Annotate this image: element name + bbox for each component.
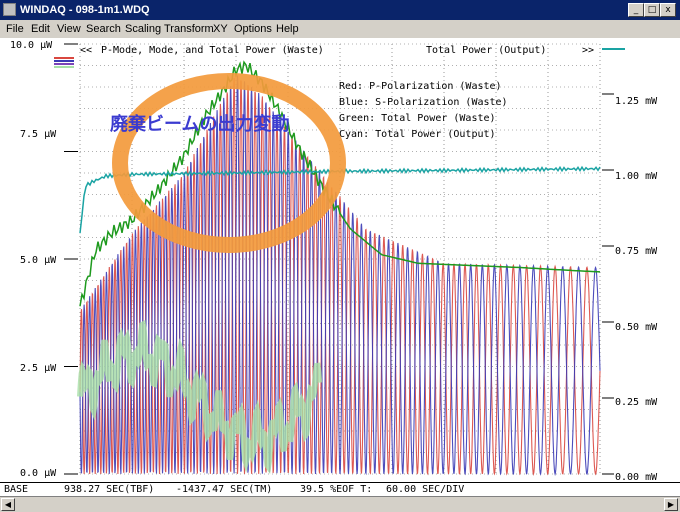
- menu-scaling[interactable]: Scaling: [125, 20, 161, 38]
- left-tick-label: 2.5 µW: [20, 363, 57, 374]
- minimize-button[interactable]: _: [628, 3, 644, 17]
- legend-entry: Green: Total Power (Waste): [339, 113, 496, 124]
- waveform-chart[interactable]: 10.0 µW 7.5 µW 5.0 µW 2.5 µW 0.0 µW 1.25…: [0, 38, 680, 483]
- close-button[interactable]: x: [660, 3, 676, 17]
- chart-header-right: Total Power (Output): [426, 45, 546, 56]
- left-tick-label: 0.0 µW: [20, 468, 57, 479]
- horizontal-scrollbar[interactable]: ◀ ▶: [0, 496, 680, 512]
- plot-area[interactable]: 10.0 µW 7.5 µW 5.0 µW 2.5 µW 0.0 µW 1.25…: [0, 38, 680, 483]
- menu-search[interactable]: Search: [86, 20, 121, 38]
- header-right-arrows: >>: [582, 45, 594, 56]
- status-bar: BASE 938.27 SEC(TBF) -1437.47 SEC(TM) 39…: [0, 482, 680, 497]
- windaq-window: WINDAQ - 098-1m1.WDQ _ □ x File Edit Vie…: [0, 0, 680, 512]
- windaq-app-icon[interactable]: [3, 3, 16, 16]
- left-tick-label: 7.5 µW: [20, 129, 57, 140]
- header-left-arrows: <<: [80, 45, 92, 56]
- scroll-left-arrow-icon[interactable]: ◀: [1, 498, 15, 511]
- right-tick-label: 1.25 mW: [615, 96, 658, 107]
- status-div: 60.00 SEC/DIV: [386, 484, 465, 495]
- menu-transform[interactable]: Transform: [164, 20, 214, 38]
- right-tick-label: 0.00 mW: [615, 472, 658, 482]
- title-bar: WINDAQ - 098-1m1.WDQ _ □ x: [0, 0, 680, 20]
- maximize-button[interactable]: □: [644, 3, 660, 17]
- status-tbf: 938.27 SEC(TBF): [64, 484, 155, 495]
- status-base: BASE: [4, 484, 29, 495]
- menu-options[interactable]: Options: [234, 20, 272, 38]
- right-tick-label: 0.25 mW: [615, 397, 658, 408]
- menu-xy[interactable]: XY: [213, 20, 228, 38]
- status-tm: -1437.47 SEC(TM): [176, 484, 273, 495]
- window-title: WINDAQ - 098-1m1.WDQ: [20, 4, 150, 16]
- annotation-label: 廃棄ビームの出力変動: [110, 113, 289, 135]
- status-eof: 39.5 %EOF T:: [300, 484, 373, 495]
- menu-help[interactable]: Help: [276, 20, 299, 38]
- menu-file[interactable]: File: [6, 20, 24, 38]
- left-tick-label: 10.0 µW: [10, 40, 53, 51]
- right-tick-label: 0.50 mW: [615, 322, 658, 333]
- menu-edit[interactable]: Edit: [31, 20, 50, 38]
- menu-bar: File Edit View Search Scaling Transform …: [0, 20, 680, 38]
- menu-view[interactable]: View: [57, 20, 81, 38]
- right-tick-label: 0.75 mW: [615, 246, 658, 257]
- legend-entry: Blue: S-Polarization (Waste): [339, 97, 508, 108]
- left-tick-label: 5.0 µW: [20, 255, 57, 266]
- right-tick-label: 1.00 mW: [615, 171, 658, 182]
- legend-entry: Red: P-Polarization (Waste): [339, 81, 502, 92]
- legend-entry: Cyan: Total Power (Output): [339, 129, 496, 140]
- chart-header-left: P-Mode, Mode, and Total Power (Waste): [101, 45, 324, 56]
- scroll-right-arrow-icon[interactable]: ▶: [664, 498, 678, 511]
